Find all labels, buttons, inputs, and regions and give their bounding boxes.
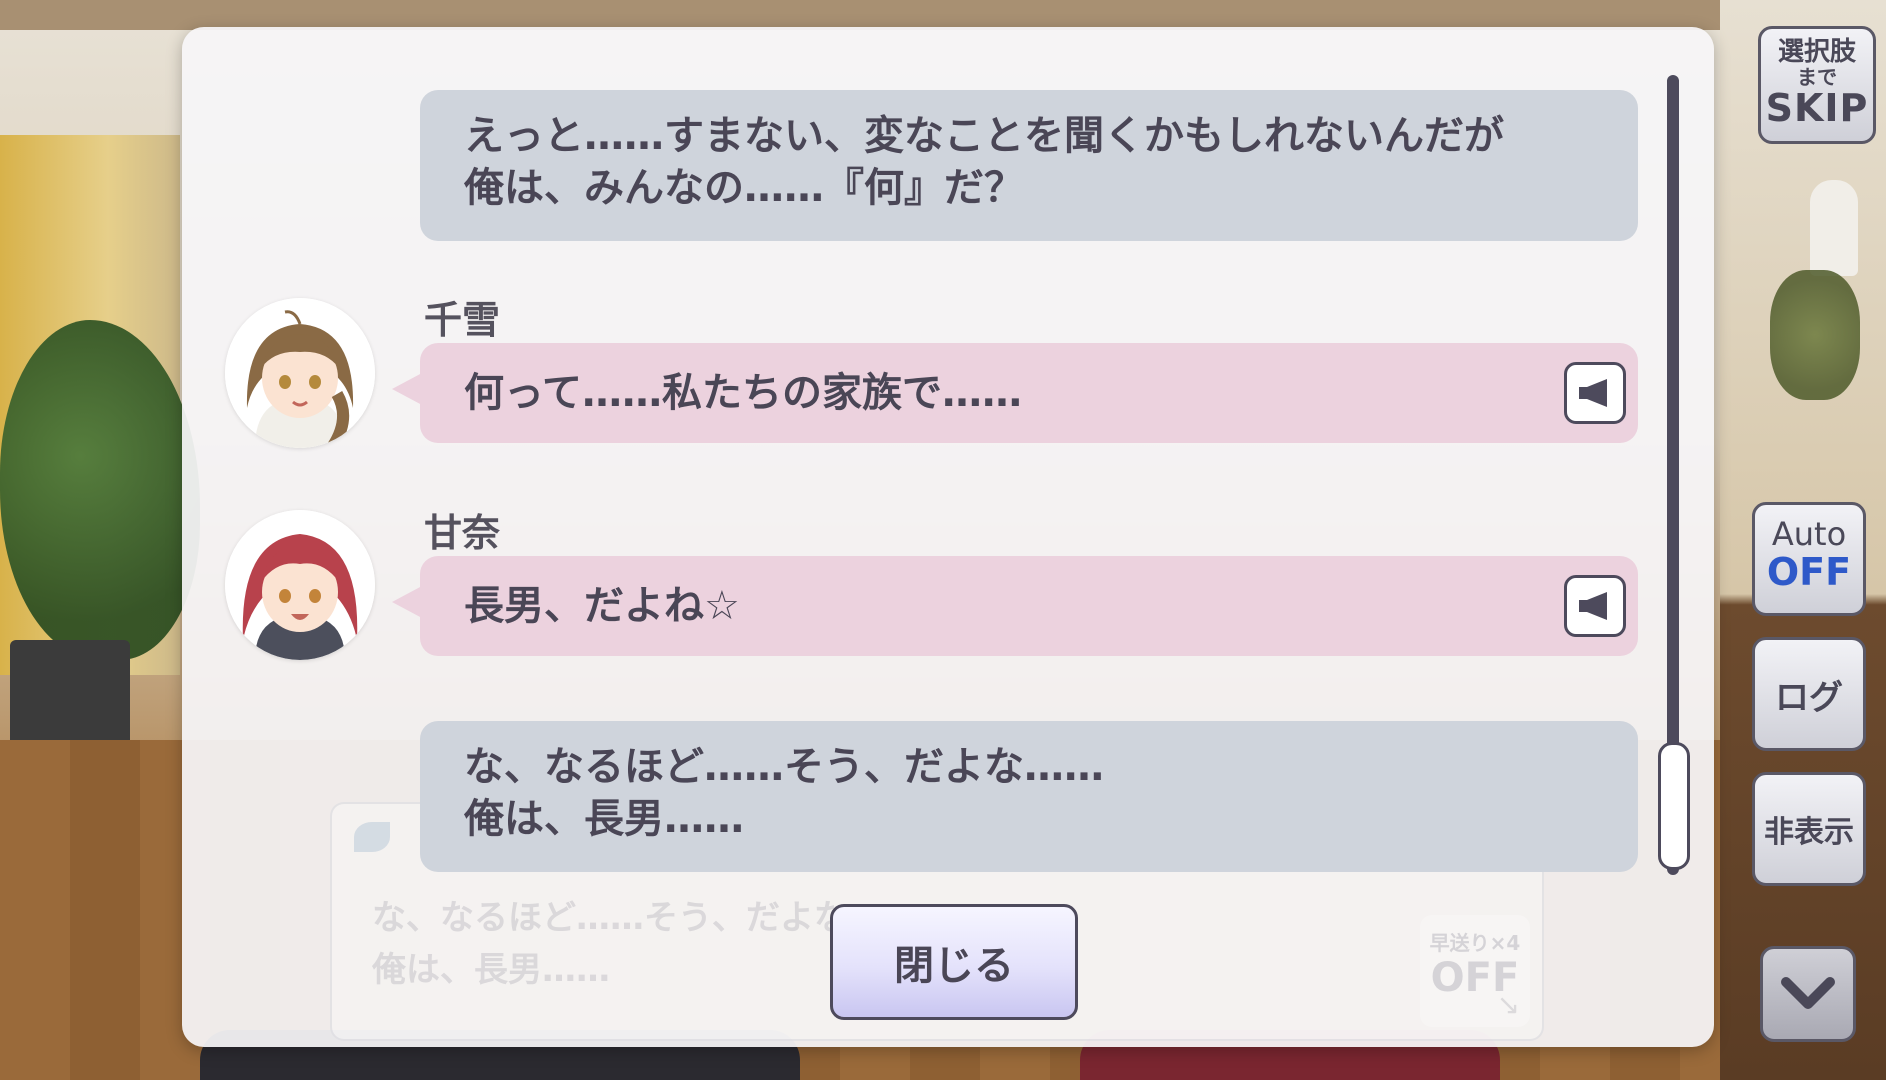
fast-forward-button[interactable]: 早送り×4 OFF: [1420, 915, 1530, 1027]
log-scrollbar-thumb[interactable]: [1658, 742, 1690, 870]
speaker-icon: [1579, 379, 1607, 407]
speaker-name: 千雪: [424, 298, 501, 342]
auto-state: OFF: [1766, 550, 1852, 594]
voice-replay-button[interactable]: [1564, 362, 1626, 424]
skip-label-line3: SKIP: [1765, 86, 1869, 130]
ceiling: [0, 0, 1886, 30]
menu-toggle-button[interactable]: [1760, 946, 1856, 1042]
log-button[interactable]: ログ: [1752, 637, 1866, 751]
log-entry-npc: 何って……私たちの家族で……: [392, 343, 1638, 443]
leaf-icon: [354, 822, 390, 852]
log-entry-text: な、なるほど……そう、だよな…… 俺は、長男……: [464, 744, 1104, 842]
log-entry-self: えっと……すまない、変なことを聞くかもしれないんだが 俺は、みんなの……『何』だ…: [420, 90, 1638, 241]
hide-ui-button[interactable]: 非表示: [1752, 772, 1866, 886]
log-entry-npc: 長男、だよね☆: [392, 556, 1638, 656]
voice-replay-button[interactable]: [1564, 575, 1626, 637]
fast-forward-state: OFF: [1430, 955, 1520, 1001]
skip-label-line1: 選択肢: [1777, 37, 1856, 67]
skip-to-choice-button[interactable]: 選択肢 まで SKIP: [1758, 26, 1876, 144]
auto-label: Auto: [1771, 515, 1847, 553]
auto-toggle-button[interactable]: Auto OFF: [1752, 502, 1866, 616]
plant-pot: [10, 640, 130, 750]
pendant-lamp: [1810, 180, 1858, 276]
avatar-amana: [225, 510, 375, 660]
log-entry-text: 何って……私たちの家族で……: [464, 370, 1022, 416]
log-entry-text: 長男、だよね☆: [464, 583, 740, 629]
chevron-down-icon: [1781, 977, 1835, 1009]
log-entry-text: えっと……すまない、変なことを聞くかもしれないんだが 俺は、みんなの……『何』だ…: [464, 113, 1504, 211]
skip-label-line2: まで: [1797, 65, 1837, 89]
speaker-name: 甘奈: [424, 511, 501, 555]
fast-forward-label: 早送り×4: [1429, 931, 1521, 955]
dried-herbs: [1770, 270, 1860, 400]
close-log-button[interactable]: 閉じる: [830, 904, 1078, 1020]
log-entry-self: な、なるほど……そう、だよな…… 俺は、長男……: [420, 721, 1638, 872]
speaker-icon: [1579, 592, 1607, 620]
backlog-panel: な、なるほど……そう、だよな…… 俺は、長男…… ↘ えっと……すまない、変なこ…: [182, 27, 1714, 1047]
avatar-chiyuki: [225, 298, 375, 448]
